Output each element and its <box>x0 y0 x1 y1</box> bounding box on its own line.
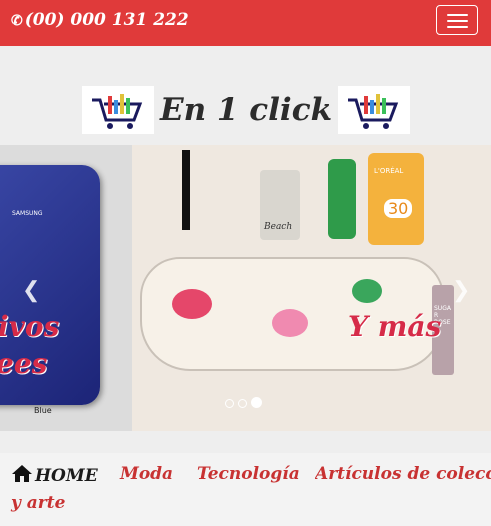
nav-home[interactable]: HOME <box>11 464 98 486</box>
menu-toggle-button[interactable] <box>436 5 478 35</box>
logo-right[interactable] <box>338 86 410 134</box>
brand-title: En 1 click <box>159 92 333 128</box>
category-nav: HOME Moda Tecnología Artículos de colecc… <box>0 453 491 526</box>
slide-cosmetics: Beach L'ORÉAL 30 SUGAR ROSE Y más <box>132 145 491 431</box>
green-bottle <box>328 159 356 239</box>
brand-header: En 1 click <box>0 86 491 134</box>
phone-volume-icon: ✆ <box>11 13 23 29</box>
perfume-label: Beach <box>264 222 293 232</box>
carousel-next-button[interactable]: ❯ <box>452 278 470 303</box>
carousel-indicators <box>225 393 266 412</box>
nav-tecnologia[interactable]: Tecnología <box>197 464 300 484</box>
carousel-indicator-3[interactable] <box>251 397 262 408</box>
perfume-bottle: Beach <box>260 170 300 240</box>
chevron-right-icon: ❯ <box>452 278 471 303</box>
phone-brand-label: SAMSUNG <box>12 210 43 217</box>
hamburger-icon <box>447 14 468 16</box>
phone-number[interactable]: ✆ (00) 000 131 222 <box>11 10 189 30</box>
slide-label-blue: Blue <box>34 406 52 415</box>
image-carousel[interactable]: SAMSUNG ivos ees Blue Beach L'ORÉAL 30 S… <box>0 145 491 431</box>
shopping-cart-icon <box>348 94 399 129</box>
sunscreen-bottle: L'ORÉAL 30 <box>368 153 424 245</box>
nav-articulos[interactable]: Artículos de colección <box>315 464 491 484</box>
slide-text-line1: ivos <box>0 310 60 343</box>
sunscreen-brand: L'ORÉAL <box>374 167 404 175</box>
slide-text-y-mas: Y más <box>348 310 442 343</box>
carousel-indicator-2[interactable] <box>238 399 247 408</box>
logo-left[interactable] <box>82 86 154 134</box>
carousel-prev-button[interactable]: ❮ <box>22 278 40 303</box>
nav-arte[interactable]: y arte <box>11 493 65 513</box>
nav-moda[interactable]: Moda <box>120 464 173 484</box>
slide-phone: SAMSUNG ivos ees Blue <box>0 145 132 431</box>
home-icon <box>12 465 32 482</box>
shopping-cart-icon <box>92 94 143 129</box>
chevron-left-icon: ❮ <box>22 278 41 303</box>
spf-label: 30 <box>384 199 413 218</box>
carousel-indicator-1[interactable] <box>225 399 234 408</box>
slide-text-line2: ees <box>0 347 48 380</box>
nav-home-label: HOME <box>35 466 98 486</box>
top-bar: ✆ (00) 000 131 222 <box>0 0 491 46</box>
phone-text: (00) 000 131 222 <box>24 10 189 30</box>
mascara-image <box>182 150 190 230</box>
